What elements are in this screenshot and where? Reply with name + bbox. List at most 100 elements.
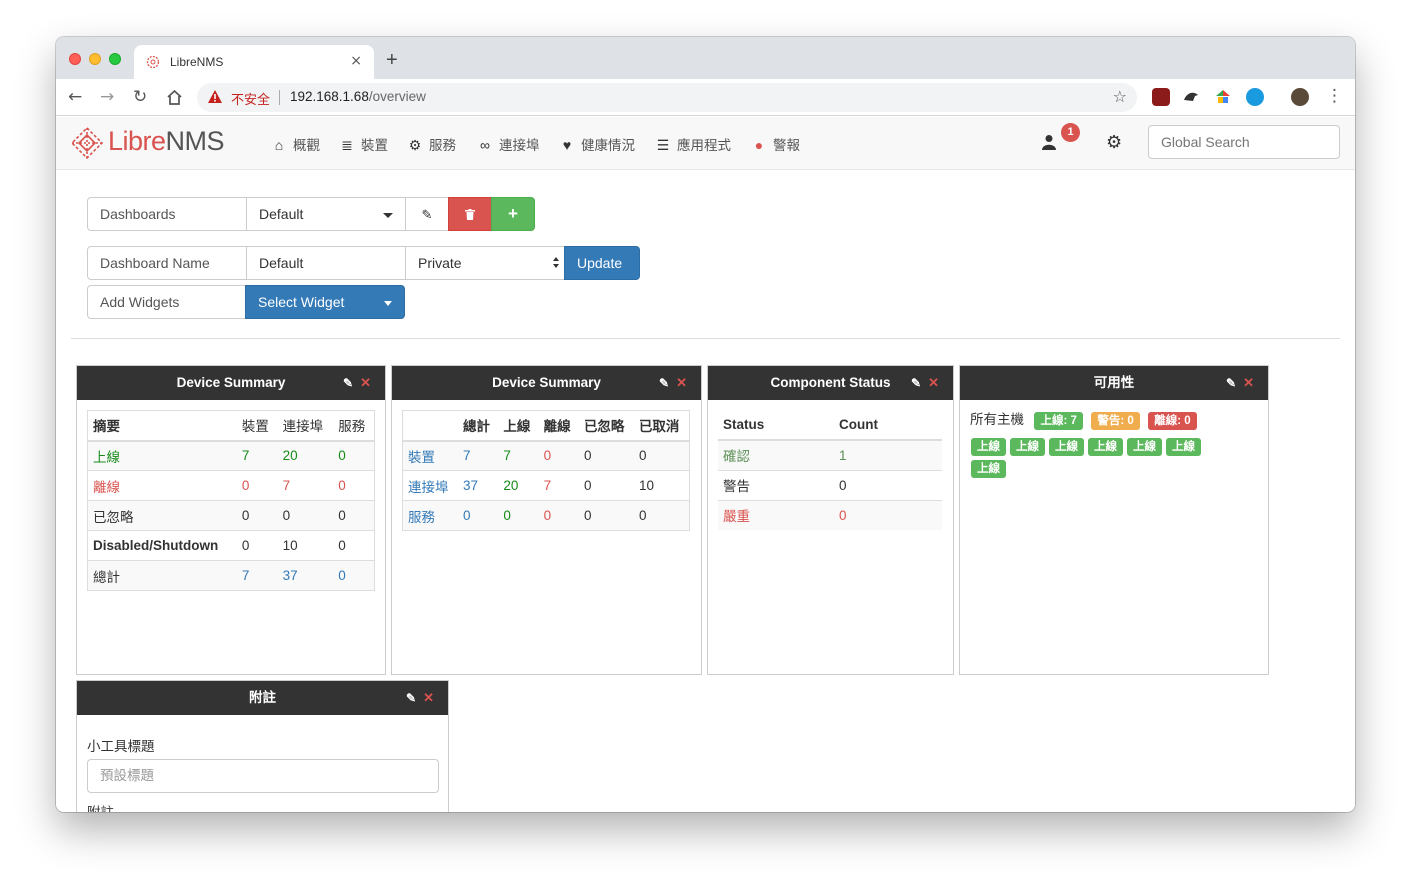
cell-value[interactable]: 0 <box>277 500 334 531</box>
cell-value[interactable]: 0 <box>333 560 375 591</box>
edit-widget-icon[interactable]: ✎ <box>911 366 921 400</box>
row-label[interactable]: 裝置 <box>402 440 459 471</box>
edit-widget-icon[interactable]: ✎ <box>1226 366 1236 400</box>
row-label[interactable]: 服務 <box>402 500 459 531</box>
cell-value[interactable]: 0 <box>633 440 690 471</box>
col-header[interactable]: 連接埠 <box>277 410 334 442</box>
nav-devices[interactable]: ≣ 裝置 <box>338 134 388 154</box>
widget-header[interactable]: Device Summary ✎ ✕ <box>392 366 701 400</box>
host-tile[interactable]: 上線 <box>971 460 1006 478</box>
close-widget-icon[interactable]: ✕ <box>423 681 434 715</box>
widget-title-input[interactable]: 預設標題 <box>87 759 439 793</box>
cell-value[interactable]: 0 <box>538 440 579 471</box>
cell-value[interactable]: 0 <box>236 500 278 531</box>
nav-services[interactable]: ⚙ 服務 <box>406 134 456 154</box>
cell-value[interactable]: 0 <box>333 440 375 471</box>
warn-count-badge[interactable]: 警告: 0 <box>1091 412 1140 430</box>
cell-value[interactable]: 0 <box>578 500 634 531</box>
cell-value[interactable]: 0 <box>498 500 539 531</box>
minimize-window-button[interactable] <box>89 53 101 65</box>
dashboard-name-input[interactable]: Default <box>246 246 406 280</box>
dashboard-select[interactable]: Default <box>246 197 406 231</box>
cell-value[interactable]: 0 <box>578 470 634 501</box>
cell-value[interactable]: 7 <box>236 440 278 471</box>
host-tile[interactable]: 上線 <box>971 438 1006 456</box>
edit-widget-icon[interactable]: ✎ <box>406 681 416 715</box>
user-icon[interactable] <box>1042 134 1056 155</box>
cell-value[interactable]: 7 <box>498 440 539 471</box>
col-header[interactable]: 裝置 <box>236 410 278 442</box>
cell-value[interactable]: 0 <box>333 470 375 501</box>
add-dashboard-button[interactable]: + <box>491 197 535 231</box>
cell-value[interactable]: 10 <box>633 470 690 501</box>
widget-header[interactable]: Component Status ✎ ✕ <box>708 366 953 400</box>
update-button[interactable]: Update <box>564 246 640 280</box>
row-label[interactable]: 上線 <box>87 440 237 471</box>
home-browser-icon[interactable] <box>166 89 183 106</box>
delete-dashboard-button[interactable] <box>448 197 492 231</box>
notification-badge[interactable]: 1 <box>1061 123 1080 142</box>
browser-tab[interactable]: LibreNMS × <box>134 45 374 79</box>
cell-value[interactable]: 0 <box>458 500 499 531</box>
cell-value[interactable]: 0 <box>236 470 278 501</box>
widget-header[interactable]: 附註 ✎ ✕ <box>77 681 448 715</box>
row-label[interactable]: 已忽略 <box>87 500 237 531</box>
host-tile[interactable]: 上線 <box>1010 438 1045 456</box>
select-widget-button[interactable]: Select Widget <box>245 285 405 319</box>
row-label[interactable]: 連接埠 <box>402 470 459 501</box>
cell-value[interactable]: 20 <box>277 440 334 471</box>
cell-value[interactable]: 7 <box>236 560 278 591</box>
new-tab-button[interactable]: + <box>386 49 398 72</box>
address-bar[interactable]: 不安全 192.168.1.68/overview ☆ <box>197 83 1137 112</box>
cell-value[interactable]: 0 <box>578 440 634 471</box>
cell-value[interactable]: 37 <box>458 470 499 501</box>
edit-dashboard-button[interactable]: ✎ <box>405 197 449 231</box>
cell-value[interactable]: 0 <box>538 500 579 531</box>
tab-close-icon[interactable]: × <box>350 53 362 69</box>
cell-value[interactable]: 0 <box>633 500 690 531</box>
nav-overview[interactable]: ⌂ 概觀 <box>270 134 320 154</box>
edit-widget-icon[interactable]: ✎ <box>659 366 669 400</box>
cell-value[interactable]: 37 <box>277 560 334 591</box>
nav-health[interactable]: ♥ 健康情況 <box>558 134 635 154</box>
close-widget-icon[interactable]: ✕ <box>928 366 939 400</box>
cell-value[interactable]: 0 <box>236 530 278 561</box>
global-search-input[interactable] <box>1148 125 1340 159</box>
row-label[interactable]: Disabled/Shutdown <box>87 530 237 561</box>
reload-icon[interactable]: ↻ <box>133 87 147 107</box>
host-tile[interactable]: 上線 <box>1088 438 1123 456</box>
row-label[interactable]: 離線 <box>87 470 237 501</box>
insecure-label[interactable]: 不安全 <box>231 89 270 108</box>
extension-icon-3[interactable] <box>1214 88 1232 106</box>
back-icon[interactable]: ← <box>68 87 82 107</box>
url-text[interactable]: 192.168.1.68/overview <box>290 89 426 104</box>
cell-value[interactable]: 7 <box>538 470 579 501</box>
close-widget-icon[interactable]: ✕ <box>676 366 687 400</box>
settings-gear-icon[interactable]: ⚙ <box>1106 132 1122 153</box>
up-count-badge[interactable]: 上線: 7 <box>1034 412 1083 430</box>
profile-avatar[interactable] <box>1291 88 1309 106</box>
maximize-window-button[interactable] <box>109 53 121 65</box>
sync-extension-icon[interactable] <box>1246 88 1264 106</box>
widget-header[interactable]: Device Summary ✎ ✕ <box>77 366 385 400</box>
ublock-extension-icon[interactable] <box>1152 88 1170 106</box>
edit-widget-icon[interactable]: ✎ <box>343 366 353 400</box>
host-tile[interactable]: 上線 <box>1127 438 1162 456</box>
down-count-badge[interactable]: 離線: 0 <box>1148 412 1197 430</box>
close-widget-icon[interactable]: ✕ <box>1243 366 1254 400</box>
host-tile[interactable]: 上線 <box>1166 438 1201 456</box>
cell-value[interactable]: 7 <box>458 440 499 471</box>
nav-ports[interactable]: ∞ 連接埠 <box>476 134 540 154</box>
host-tile[interactable]: 上線 <box>1049 438 1084 456</box>
access-select[interactable]: Private <box>405 246 565 280</box>
close-widget-icon[interactable]: ✕ <box>360 366 371 400</box>
widget-header[interactable]: 可用性 ✎ ✕ <box>960 366 1268 400</box>
forward-icon[interactable]: → <box>100 87 114 107</box>
bookmark-star-icon[interactable]: ☆ <box>1113 87 1127 106</box>
extension-icon-2[interactable] <box>1182 88 1200 106</box>
cell-value[interactable]: 10 <box>277 530 334 561</box>
browser-menu-icon[interactable]: ⋮ <box>1326 86 1343 106</box>
nav-apps[interactable]: ☰ 應用程式 <box>654 134 731 154</box>
brand-logo[interactable]: LibreNMS <box>70 126 225 160</box>
cell-value[interactable]: 20 <box>498 470 539 501</box>
